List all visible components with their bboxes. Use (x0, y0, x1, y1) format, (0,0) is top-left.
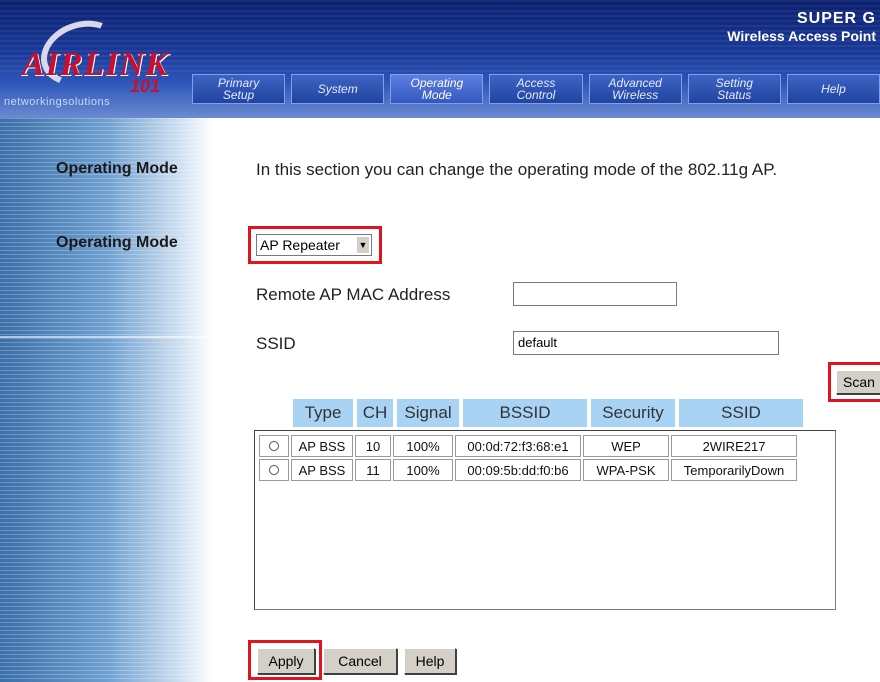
col-signal: Signal (397, 399, 459, 427)
cell-type: AP BSS (291, 459, 353, 481)
col-security: Security (591, 399, 675, 427)
sidebar (0, 118, 212, 682)
header-banner: AIRLINK 101 networkingsolutions SUPER G … (0, 0, 880, 118)
cell-security: WEP (583, 435, 669, 457)
logo-number: 101 (130, 76, 161, 96)
scan-button[interactable]: Scan (836, 370, 880, 394)
tab-primary-setup[interactable]: Primary Setup (192, 74, 286, 104)
cell-ch: 10 (355, 435, 391, 457)
chevron-down-icon[interactable]: ▼ (356, 236, 370, 254)
cell-signal: 100% (393, 459, 453, 481)
remote-mac-label: Remote AP MAC Address (256, 285, 451, 304)
ssid-label: SSID (256, 334, 296, 353)
cell-bssid: 00:09:5b:dd:f0:b6 (455, 459, 581, 481)
tab-system[interactable]: System (291, 74, 385, 104)
mode-label: Operating Mode (56, 234, 178, 251)
col-type: Type (293, 399, 353, 427)
section-description: In this section you can change the opera… (256, 160, 778, 179)
scan-table-header: Type CH Signal BSSID Security SSID (293, 399, 803, 427)
ssid-input[interactable]: default (513, 331, 779, 355)
operating-mode-select[interactable]: AP Repeater ▼ (256, 234, 372, 256)
cell-type: AP BSS (291, 435, 353, 457)
cancel-button[interactable]: Cancel (323, 648, 397, 674)
cell-ch: 11 (355, 459, 391, 481)
radio-icon[interactable] (269, 440, 279, 451)
cell-ssid: 2WIRE217 (671, 435, 797, 457)
tab-operating-mode[interactable]: Operating Mode (390, 74, 484, 104)
apply-button[interactable]: Apply (257, 648, 315, 674)
tab-access-control[interactable]: Access Control (489, 74, 583, 104)
col-bssid: BSSID (463, 399, 587, 427)
cell-security: WPA-PSK (583, 459, 669, 481)
row-select-radio[interactable] (259, 435, 289, 457)
cell-ssid: TemporarilyDown (671, 459, 797, 481)
operating-mode-value: AP Repeater (260, 237, 340, 253)
help-button[interactable]: Help (404, 648, 456, 674)
section-title: Operating Mode (56, 160, 178, 177)
tab-help[interactable]: Help (786, 74, 880, 104)
table-row[interactable]: AP BSS 10 100% 00:0d:72:f3:68:e1 WEP 2WI… (259, 435, 797, 457)
table-row[interactable]: AP BSS 11 100% 00:09:5b:dd:f0:b6 WPA-PSK… (259, 459, 797, 481)
product-brand: SUPER G Wireless Access Point (727, 10, 876, 44)
scan-results-table: AP BSS 10 100% 00:0d:72:f3:68:e1 WEP 2WI… (257, 433, 799, 483)
col-ssid: SSID (679, 399, 803, 427)
row-select-radio[interactable] (259, 459, 289, 481)
remote-mac-input[interactable] (513, 282, 677, 306)
tagline: networkingsolutions (4, 96, 111, 108)
cell-bssid: 00:0d:72:f3:68:e1 (455, 435, 581, 457)
sidebar-lines (0, 118, 212, 682)
scan-results-list[interactable]: AP BSS 10 100% 00:0d:72:f3:68:e1 WEP 2WI… (254, 430, 836, 610)
tab-setting-status[interactable]: Setting Status (687, 74, 781, 104)
nav-tabs: Primary Setup System Operating Mode Access… (192, 74, 880, 104)
cell-signal: 100% (393, 435, 453, 457)
brand-line1: SUPER G (796, 10, 876, 27)
brand-line2: Wireless Access Point (727, 28, 876, 44)
radio-icon[interactable] (269, 464, 279, 475)
col-ch: CH (357, 399, 393, 427)
sidebar-separator (0, 336, 212, 338)
airlink-logo: AIRLINK 101 networkingsolutions (0, 0, 188, 118)
tab-advanced-wireless[interactable]: Advanced Wireless (588, 74, 682, 104)
